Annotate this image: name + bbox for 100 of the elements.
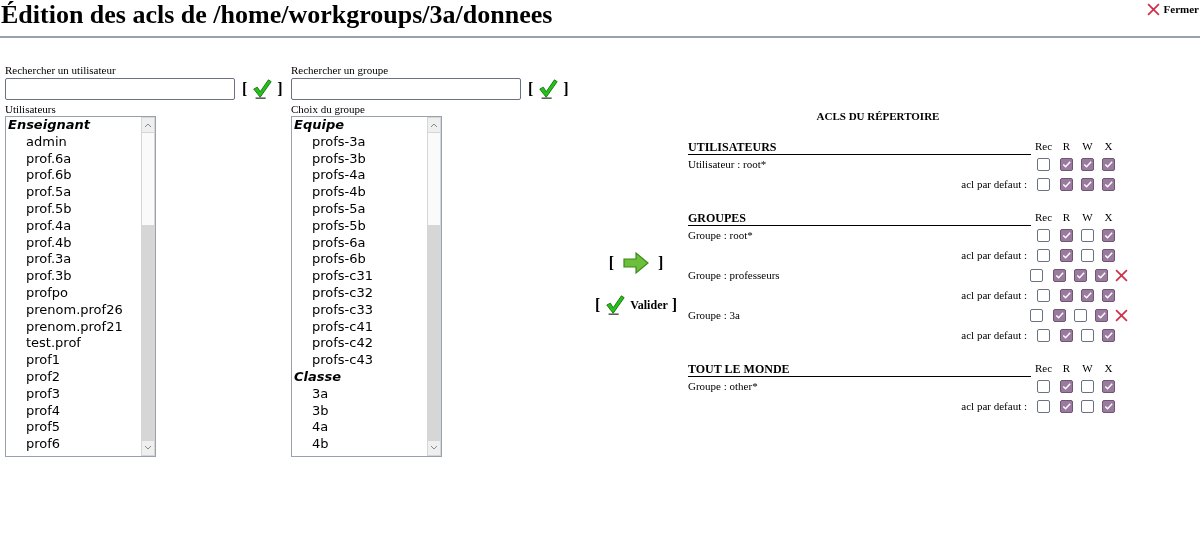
column-header: X [1103,361,1114,376]
close-link[interactable]: Fermer [1146,0,1200,18]
checkbox[interactable] [1037,380,1050,393]
list-option[interactable]: profpo [8,284,141,302]
list-option[interactable]: profs-c42 [294,335,427,353]
checkbox[interactable] [1060,158,1073,171]
list-option[interactable]: prof1 [8,352,141,369]
checkbox[interactable] [1030,269,1043,282]
list-option[interactable]: 3b [294,402,427,420]
list-option[interactable]: profs-c31 [294,268,427,285]
checkbox[interactable] [1053,269,1066,282]
checkbox[interactable] [1102,380,1115,393]
checkbox[interactable] [1081,158,1094,171]
list-option[interactable]: prof4 [8,402,141,420]
checkbox[interactable] [1037,229,1050,242]
checkbox[interactable] [1074,269,1087,282]
checkbox[interactable] [1037,178,1050,191]
checkbox[interactable] [1081,229,1094,242]
search-field[interactable] [5,78,235,100]
list-option[interactable]: profs-c32 [294,284,427,302]
default-acl-label: acl par defaut : [960,328,1028,344]
checkbox[interactable] [1102,158,1115,171]
column-header: X [1103,210,1114,225]
list-option[interactable]: profs-c33 [294,301,427,319]
search-button[interactable]: [ ] [242,77,283,101]
checkbox[interactable] [1060,289,1073,302]
checkbox[interactable] [1102,249,1115,262]
list-option[interactable]: prof6 [8,436,141,453]
checkmark-icon [251,78,274,100]
list-option[interactable]: profs-c41 [294,318,427,336]
checkbox[interactable] [1037,329,1050,342]
list-option[interactable]: profs-6b [294,251,427,269]
add-button[interactable]: [ ] [608,251,664,275]
list-option[interactable]: prof.5a [8,184,141,201]
checkbox[interactable] [1095,269,1108,282]
checkbox[interactable] [1102,400,1115,413]
list-option[interactable]: 4a [294,419,427,437]
checkbox[interactable] [1095,309,1108,322]
list-option[interactable]: profs-5a [294,201,427,218]
column-header: W [1081,210,1094,225]
list-option[interactable]: profs-3a [294,133,427,151]
checkbox[interactable] [1060,329,1073,342]
checkbox[interactable] [1081,400,1094,413]
list-option[interactable]: prenom.prof26 [8,301,141,319]
list-option[interactable]: profs-4a [294,167,427,185]
checkbox[interactable] [1060,229,1073,242]
list-option[interactable]: profs-c43 [294,352,427,369]
list-option[interactable]: 4b [294,436,427,453]
checkbox[interactable] [1081,380,1094,393]
checkbox[interactable] [1030,309,1043,322]
list-option[interactable]: prof5 [8,419,141,437]
checkbox[interactable] [1081,178,1094,191]
list-option[interactable]: profs-3b [294,150,427,168]
list-option[interactable]: profs-6a [294,234,427,252]
search-button[interactable]: [ ] [528,77,569,101]
checkbox[interactable] [1081,289,1094,302]
list-option[interactable]: prof.6b [8,167,141,185]
list-option[interactable]: prenom.prof21 [8,318,141,336]
remove-icon[interactable] [1115,309,1128,322]
scrollbar[interactable] [427,117,441,456]
list-box[interactable]: Equipe profs-3a profs-3b profs-4a profs-4b profs-5a profs-5b profs-6a profs-6b profs-c31 profs-c32 profs-c33 profs-c41 profs-c42 profs-c43 Classe 3a 3b 4a 4b [291,116,442,457]
list-option[interactable]: profs-5b [294,217,427,235]
list-option[interactable]: profs-4b [294,184,427,201]
list-option[interactable]: prof.6a [8,150,141,168]
checkbox[interactable] [1081,329,1094,342]
validate-button[interactable]: [ Valider ] [594,293,678,317]
remove-icon[interactable] [1115,269,1128,282]
default-acl-label: acl par defaut : [960,177,1028,193]
checkbox[interactable] [1037,400,1050,413]
list-option[interactable]: prof.3b [8,268,141,285]
checkbox[interactable] [1102,289,1115,302]
checkbox[interactable] [1081,249,1094,262]
checkbox[interactable] [1060,380,1073,393]
search-field[interactable] [291,78,521,100]
entry-label: Groupe : 3a [688,307,741,323]
list-option[interactable]: prof.4b [8,234,141,252]
checkbox[interactable] [1060,178,1073,191]
checkbox[interactable] [1102,329,1115,342]
checkbox[interactable] [1037,249,1050,262]
scrollbar[interactable] [141,117,155,456]
list-option[interactable]: prof.4a [8,217,141,235]
list-option[interactable]: prof.3a [8,251,141,269]
checkbox[interactable] [1102,178,1115,191]
list-option[interactable]: prof2 [8,368,141,386]
list-option[interactable]: prof3 [8,385,141,403]
checkbox[interactable] [1060,400,1073,413]
column-header: Rec [1033,210,1054,225]
checkbox[interactable] [1102,229,1115,242]
list-option[interactable]: test.prof [8,335,141,353]
section-heading: GROUPES [688,211,1031,226]
list-option[interactable]: admin [8,133,141,151]
entry-label: Utilisateur : root* [688,156,768,172]
checkbox[interactable] [1053,309,1066,322]
list-option[interactable]: 3a [294,385,427,403]
checkbox[interactable] [1037,289,1050,302]
checkbox[interactable] [1037,158,1050,171]
list-option[interactable]: prof.5b [8,201,141,218]
checkbox[interactable] [1074,309,1087,322]
checkbox[interactable] [1060,249,1073,262]
list-box[interactable]: Enseignant admin prof.6a prof.6b prof.5a prof.5b prof.4a prof.4b prof.3a prof.3b profpo prenom.prof26 prenom.prof21 test.prof prof1 prof2 prof3 prof4 prof5 prof6 [5,116,156,457]
